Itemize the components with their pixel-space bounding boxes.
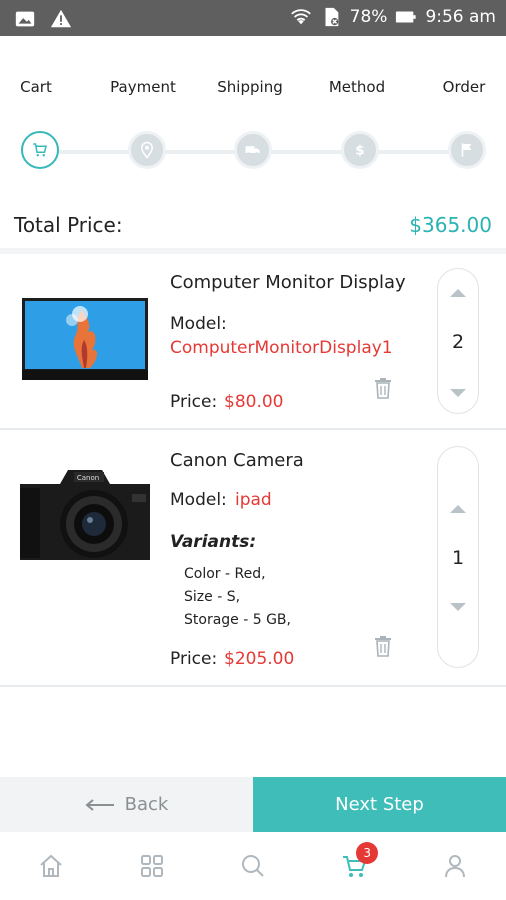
increase-quantity-button[interactable] [450, 505, 466, 513]
delete-icon[interactable] [373, 377, 393, 399]
battery-percentage: 78% [349, 7, 388, 27]
sim-icon [325, 7, 338, 27]
quantity-stepper[interactable]: 1 [437, 446, 479, 668]
wifi-icon [290, 9, 311, 25]
svg-text:Canon: Canon [77, 474, 99, 482]
item-variants-label: Variants: [170, 532, 257, 552]
cart-icon [33, 143, 47, 157]
quantity-value: 1 [451, 547, 465, 569]
svg-text:$: $ [355, 143, 364, 159]
home-icon [39, 854, 62, 877]
nav-home[interactable] [31, 846, 71, 886]
item-model-value: ipad [235, 490, 272, 510]
checkout-steps: Cart Payment Shipping Method Order [0, 70, 506, 110]
warning-icon [50, 9, 72, 28]
item-price-label: Price: [170, 392, 218, 412]
checkout-actions: Back Next Step [0, 777, 506, 832]
next-step-button-label: Next Step [335, 794, 424, 815]
location-pin-icon [140, 141, 154, 159]
decrease-quantity-button[interactable] [450, 389, 466, 397]
item-model-label: Model: [170, 314, 227, 334]
nav-search[interactable] [233, 846, 273, 886]
step-payment[interactable] [128, 131, 166, 169]
quantity-value: 2 [451, 331, 465, 353]
step-shipping[interactable] [234, 131, 272, 169]
search-icon [241, 855, 264, 877]
decrease-quantity-button[interactable] [450, 603, 466, 611]
item-name: Computer Monitor Display [170, 272, 406, 293]
step-label-method: Method [328, 78, 386, 96]
item-price-value: $205.00 [224, 649, 295, 669]
item-name: Canon Camera [170, 450, 304, 471]
variant-storage: Storage - 5 GB, [184, 612, 291, 628]
total-price-value: $365.00 [409, 213, 492, 237]
dollar-icon: $ [355, 143, 364, 159]
variant-size: Size - S, [184, 589, 241, 605]
back-button-label: Back [124, 794, 169, 815]
truck-icon [245, 146, 260, 156]
flag-icon [461, 143, 472, 157]
image-icon [15, 11, 35, 27]
cart-item-monitor: Computer Monitor Display Model: Computer… [0, 254, 506, 428]
battery-icon [396, 11, 417, 23]
step-label-payment: Payment [110, 78, 176, 96]
next-step-button[interactable]: Next Step [253, 777, 506, 832]
grid-icon [140, 855, 163, 877]
step-label-shipping: Shipping [217, 78, 283, 96]
total-price-row: Total Price: $365.00 [14, 210, 492, 240]
cart-badge: 3 [356, 842, 379, 864]
cart-item-camera: Canon Canon Camera Model: ipad Variants:… [0, 430, 506, 685]
nav-categories[interactable] [132, 846, 172, 886]
quantity-stepper[interactable]: 2 [437, 268, 479, 414]
monitor-product-image [22, 298, 148, 380]
increase-quantity-button[interactable] [450, 289, 466, 297]
profile-icon [445, 855, 466, 878]
delete-icon[interactable] [373, 635, 393, 657]
back-button[interactable]: Back [0, 777, 253, 832]
step-order[interactable] [448, 131, 486, 169]
variant-color: Color - Red, [184, 566, 266, 582]
nav-profile[interactable] [435, 846, 475, 886]
step-label-order: Order [442, 78, 486, 96]
step-cart[interactable] [21, 131, 59, 169]
bottom-navigation: 3 [0, 832, 506, 900]
total-price-label: Total Price: [14, 213, 123, 237]
step-method[interactable]: $ [341, 131, 379, 169]
item-price-label: Price: [170, 649, 218, 669]
arrow-left-icon [85, 798, 114, 811]
clock: 9:56 am [425, 7, 496, 27]
item-model-value: ComputerMonitorDisplay1 [170, 338, 393, 358]
item-model-label: Model: [170, 490, 227, 510]
camera-product-image: Canon [20, 470, 150, 560]
divider [0, 685, 506, 687]
status-bar: 78% 9:56 am [0, 0, 506, 36]
item-price-value: $80.00 [224, 392, 284, 412]
step-label-cart: Cart [20, 78, 52, 96]
nav-cart[interactable]: 3 [334, 842, 379, 886]
